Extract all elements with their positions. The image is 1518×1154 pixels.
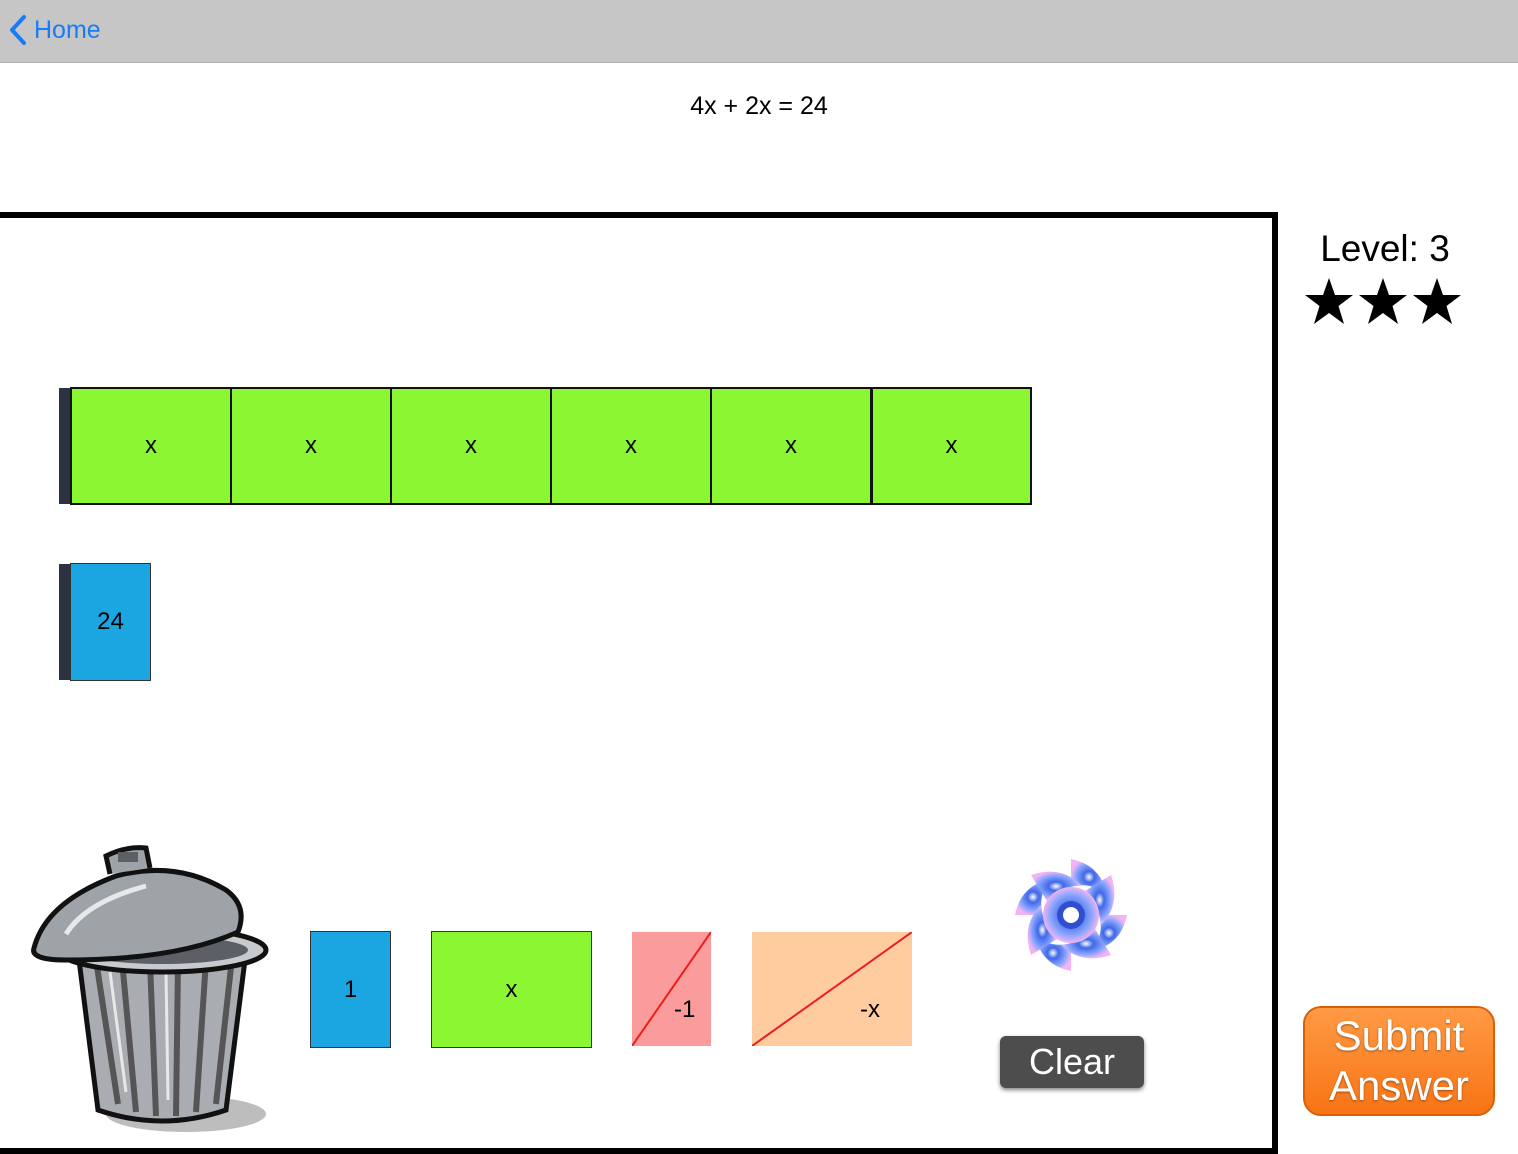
x-tile[interactable]: x (390, 387, 552, 505)
clear-button[interactable]: Clear (1000, 1036, 1144, 1088)
submit-answer-button[interactable]: Submit Answer (1303, 1006, 1495, 1116)
palette-unit-tile[interactable]: 1 (310, 931, 391, 1048)
level-label: Level: 3 (1320, 228, 1450, 269)
negative-unit-label: -1 (674, 996, 696, 1023)
nav-bar: Home (0, 0, 1518, 63)
x-tile[interactable]: x (70, 387, 232, 505)
x-tile[interactable]: x (550, 387, 712, 505)
star-icon (1359, 278, 1407, 324)
palette-negative-unit-tile[interactable]: -1 (632, 932, 711, 1046)
submit-line-1: Submit (1333, 1012, 1465, 1059)
x-tile[interactable]: x (871, 387, 1032, 505)
trash-can-icon[interactable] (26, 842, 276, 1137)
submit-line-2: Answer (1328, 1062, 1470, 1109)
chevron-left-icon (10, 15, 26, 45)
palette-negative-x-tile[interactable]: -x (752, 932, 912, 1046)
star-icon (1305, 278, 1353, 324)
home-back-button[interactable]: Home (8, 14, 101, 46)
home-label: Home (34, 15, 101, 44)
x-tile[interactable]: x (230, 387, 392, 505)
equation-text: 4x + 2x = 24 (690, 92, 828, 120)
diagonal-slash-icon (632, 932, 711, 1046)
star-icon (1413, 278, 1461, 324)
star-rating (1303, 276, 1463, 332)
diagonal-slash-icon (752, 932, 912, 1046)
negative-x-label: -x (860, 996, 880, 1023)
palette-x-tile[interactable]: x (431, 931, 592, 1048)
constant-tile[interactable]: 24 (70, 563, 151, 681)
swirl-portal-icon[interactable] (1010, 854, 1132, 976)
x-tile[interactable]: x (710, 387, 872, 505)
